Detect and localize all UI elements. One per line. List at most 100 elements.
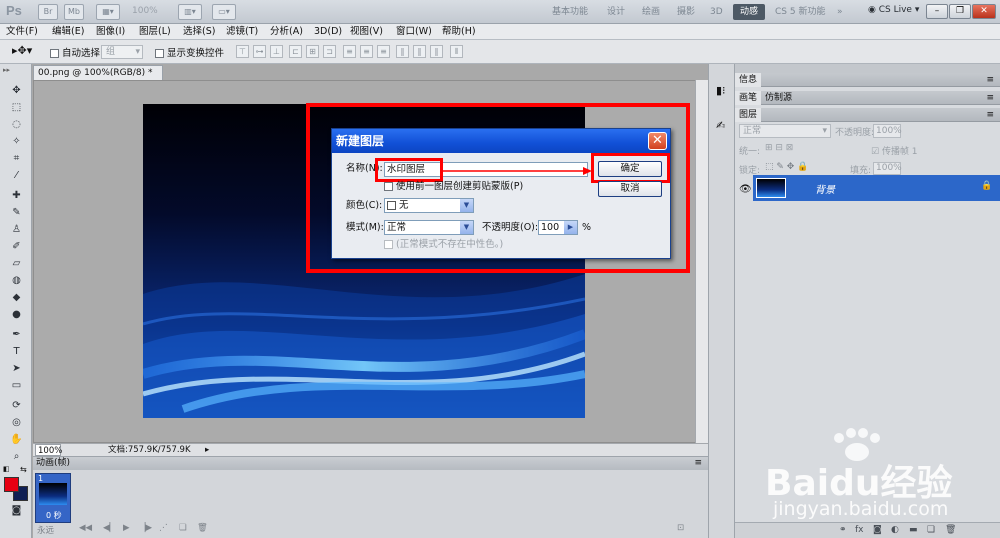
tab-info[interactable]: 信息 <box>735 73 762 87</box>
lasso-tool-icon[interactable]: ◌ <box>9 118 24 132</box>
delete-frame-icon[interactable]: 🗑 <box>197 523 208 533</box>
menu-help[interactable]: 帮助(H) <box>442 25 476 39</box>
status-zoom[interactable]: 100% <box>35 444 62 456</box>
workspace-painting[interactable]: 绘画 <box>635 4 667 20</box>
panel-collapse-bar[interactable] <box>735 64 1000 73</box>
next-frame-icon[interactable]: ▕▶ <box>139 523 152 533</box>
fill-field[interactable]: 100% <box>873 162 902 175</box>
auto-select-dropdown[interactable]: 组 ▾ <box>101 45 143 59</box>
opacity-field[interactable]: 100% <box>873 124 902 138</box>
swap-colors-icon[interactable]: ⇆ <box>20 465 27 474</box>
auto-select-toggle[interactable]: 自动选择: <box>50 45 103 59</box>
auto-select-checkbox[interactable] <box>50 49 59 58</box>
hand-tool-icon[interactable]: ✋ <box>9 433 24 447</box>
minimize-icon[interactable]: – <box>926 4 948 19</box>
distribute-left-icon[interactable]: ‖ <box>396 45 409 58</box>
play-icon[interactable]: ▶ <box>123 523 130 533</box>
align-vcenter-icon[interactable]: ⊶ <box>253 45 266 58</box>
clip-mask-toggle[interactable]: 使用前一图层创建剪贴蒙版(P) <box>384 180 523 194</box>
3d-orbit-tool-icon[interactable]: ◎ <box>9 416 24 430</box>
tab-clone-source[interactable]: 仿制源 <box>761 91 796 105</box>
panel-menu-icon[interactable]: ≡ <box>986 91 994 105</box>
pen-tool-icon[interactable]: ✒ <box>9 328 24 342</box>
align-top-icon[interactable]: ⊤ <box>236 45 249 58</box>
auto-align-icon[interactable]: ⫴ <box>450 45 463 58</box>
distribute-right-icon[interactable]: ‖ <box>430 45 443 58</box>
eraser-tool-icon[interactable]: ▱ <box>9 257 24 271</box>
screen-mode-icon[interactable]: ▭▾ <box>212 4 236 20</box>
type-tool-icon[interactable]: T <box>9 345 24 359</box>
shape-tool-icon[interactable]: ▭ <box>9 379 24 393</box>
vertical-scrollbar[interactable] <box>695 80 708 443</box>
arrange-documents-icon[interactable]: ▥▾ <box>178 4 202 20</box>
brush-tool-icon[interactable]: ✎ <box>9 206 24 220</box>
align-left-icon[interactable]: ⊏ <box>289 45 302 58</box>
workspace-new-features[interactable]: CS 5 新功能 <box>768 4 832 20</box>
tween-icon[interactable]: ⋰ <box>159 523 168 533</box>
menu-analysis[interactable]: 分析(A) <box>270 25 303 39</box>
frame-delay[interactable]: 0 秒 <box>46 510 62 521</box>
distribute-vcenter-icon[interactable]: ≡ <box>360 45 373 58</box>
align-hcenter-icon[interactable]: ⊞ <box>306 45 319 58</box>
menu-edit[interactable]: 编辑(E) <box>52 25 84 39</box>
panel-menu-icon[interactable]: ≡ <box>986 73 994 87</box>
color-select[interactable]: 无 ▼ <box>384 198 474 213</box>
workspace-design[interactable]: 设计 <box>600 4 632 20</box>
visibility-eye-icon[interactable]: 👁 <box>739 184 752 195</box>
bridge-icon[interactable]: Br <box>38 4 58 20</box>
view-extras-icon[interactable]: ▦▾ <box>96 4 120 20</box>
animation-frame[interactable]: 1 0 秒 <box>35 473 71 523</box>
workspace-photography[interactable]: 摄影 <box>670 4 702 20</box>
healing-brush-tool-icon[interactable]: ✚ <box>9 189 24 203</box>
align-right-icon[interactable]: ⊐ <box>323 45 336 58</box>
align-bottom-icon[interactable]: ⊥ <box>270 45 283 58</box>
quick-select-tool-icon[interactable]: ✧ <box>9 135 24 149</box>
workspace-essentials[interactable]: 基本功能 <box>545 4 595 20</box>
menu-filter[interactable]: 滤镜(T) <box>226 25 258 39</box>
menu-layer[interactable]: 图层(L) <box>139 25 171 39</box>
unify-icons[interactable]: ⊞ ⊟ ⊠ <box>765 143 793 153</box>
first-frame-icon[interactable]: ◀◀ <box>79 523 92 533</box>
distribute-hcenter-icon[interactable]: ‖ <box>413 45 426 58</box>
mini-bridge-icon[interactable]: Mb <box>64 4 84 20</box>
document-tab[interactable]: 00.png @ 100%(RGB/8) * × <box>33 65 163 92</box>
chevron-right-icon[interactable]: ▶ <box>564 221 577 234</box>
dodge-tool-icon[interactable]: ● <box>9 308 24 322</box>
distribute-bottom-icon[interactable]: ≡ <box>377 45 390 58</box>
window-close-icon[interactable]: ✕ <box>972 4 996 19</box>
quick-mask-icon[interactable]: ◙ <box>9 504 24 518</box>
show-transform-checkbox[interactable] <box>155 49 164 58</box>
cancel-button[interactable]: 取消 <box>598 181 662 197</box>
blur-tool-icon[interactable]: ◆ <box>9 291 24 305</box>
mode-select[interactable]: 正常 ▼ <box>384 220 474 235</box>
crop-tool-icon[interactable]: ⌗ <box>9 152 24 166</box>
paint-bucket-tool-icon[interactable]: ◍ <box>9 274 24 288</box>
workspace-motion[interactable]: 动感 <box>733 4 766 20</box>
status-menu-icon[interactable]: ▸ <box>205 444 209 456</box>
dialog-close-icon[interactable]: ✕ <box>648 132 667 150</box>
3d-rotate-tool-icon[interactable]: ⟳ <box>9 399 24 413</box>
zoom-level[interactable]: 100% <box>132 6 158 16</box>
menu-select[interactable]: 选择(S) <box>183 25 215 39</box>
move-tool-icon[interactable]: ✥ <box>9 84 24 98</box>
tab-brush[interactable]: 画笔 <box>735 91 762 105</box>
menu-3d[interactable]: 3D(D) <box>314 25 342 39</box>
brush-panel-icon[interactable]: ✍ <box>716 119 725 132</box>
path-select-tool-icon[interactable]: ➤ <box>9 362 24 376</box>
loop-options[interactable]: 永远 <box>37 524 54 536</box>
menu-file[interactable]: 文件(F) <box>6 25 38 39</box>
eyedropper-tool-icon[interactable]: ⁄ <box>9 169 24 183</box>
clone-stamp-tool-icon[interactable]: ♙ <box>9 223 24 237</box>
prev-frame-icon[interactable]: ◀▏ <box>103 523 116 533</box>
show-transform-toggle[interactable]: 显示变换控件 <box>155 45 224 59</box>
lock-icons[interactable]: ⬚ ✎ ✥ 🔒 <box>765 162 808 172</box>
zoom-tool-icon[interactable]: ⌕ <box>9 450 24 464</box>
workspace-overflow-icon[interactable]: » <box>830 4 850 20</box>
tab-layers[interactable]: 图层 <box>735 108 762 122</box>
history-brush-tool-icon[interactable]: ✐ <box>9 240 24 254</box>
distribute-top-icon[interactable]: ≡ <box>343 45 356 58</box>
propagate-toggle[interactable]: ☑ 传播帧 1 <box>871 144 918 157</box>
collapse-icon[interactable]: ▸▸ <box>3 66 10 74</box>
opacity-input[interactable]: 100 ▶ <box>538 220 578 235</box>
menu-window[interactable]: 窗口(W) <box>396 25 432 39</box>
